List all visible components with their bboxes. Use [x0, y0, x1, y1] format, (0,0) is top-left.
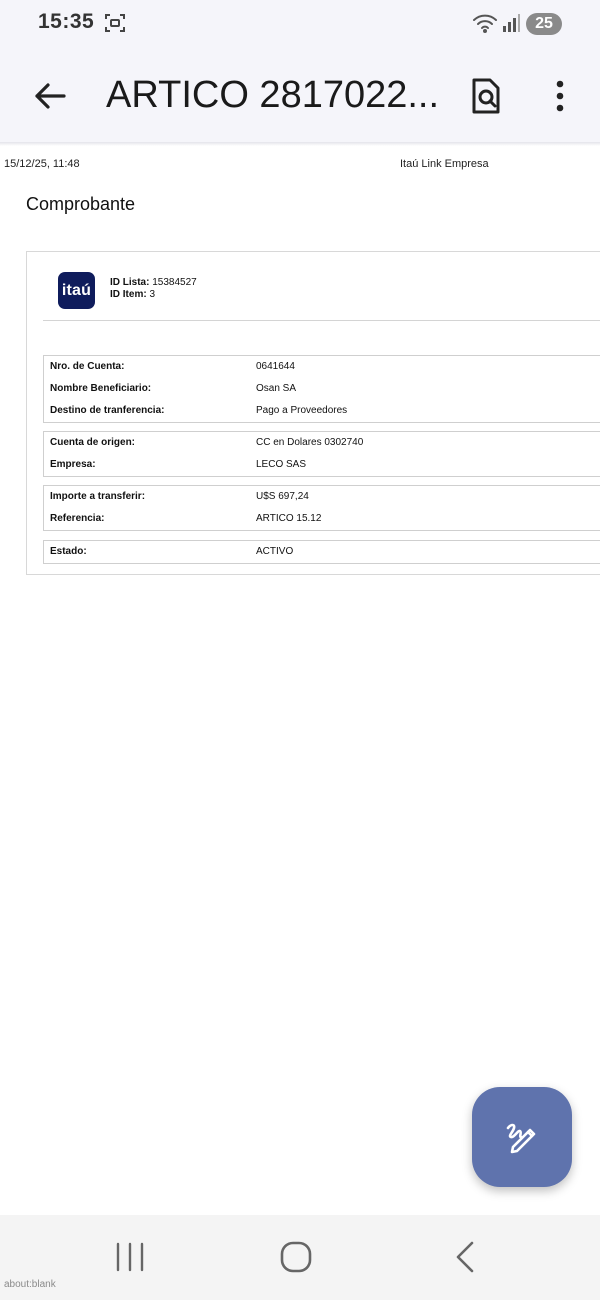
receipt-card: itaú ID Lista: 15384527 ID Item: 3 Nro. … [26, 251, 600, 575]
field-label: Nro. de Cuenta: [50, 361, 125, 372]
status-value: ACTIVO [256, 546, 294, 557]
navigation-bar: about:blank [0, 1215, 600, 1300]
field-value: LECO SAS [256, 459, 307, 470]
field-label: Estado: [50, 546, 87, 557]
search-document-button[interactable] [462, 72, 510, 120]
detail-row: Estado: ACTIVO [44, 541, 600, 563]
itau-logo: itaú [58, 272, 95, 309]
back-button[interactable] [26, 72, 74, 120]
id-lista-value: 15384527 [152, 277, 197, 288]
signal-icon [501, 13, 521, 33]
signature-edit-icon [506, 1123, 536, 1154]
field-label: Nombre Beneficiario: [50, 383, 152, 394]
detail-row: Importe a transferir: U$S 697,24 [44, 486, 600, 508]
document-search-icon [472, 78, 500, 114]
app-bar-shadow [0, 142, 600, 146]
more-options-button[interactable] [536, 72, 584, 120]
wifi-icon [472, 12, 498, 34]
more-vert-icon [556, 80, 564, 112]
detail-row: Nro. de Cuenta: 0641644 [44, 356, 600, 378]
nav-back-button[interactable] [448, 1239, 480, 1275]
id-item-value: 3 [149, 289, 156, 300]
document-title: ARTICO 2817022... [106, 74, 440, 116]
field-value: Osan SA [256, 383, 297, 394]
origin-details-group: Cuenta de origen: CC en Dolares 0302740 … [43, 431, 600, 477]
id-block: ID Lista: 15384527 ID Item: 3 [110, 277, 197, 301]
app-bar: ARTICO 2817022... [0, 50, 600, 142]
field-value: U$S 697,24 [256, 491, 309, 502]
battery-icon: 25 [526, 13, 562, 35]
home-button[interactable] [278, 1239, 314, 1275]
detail-row: Destino de tranferencia: Pago a Proveedo… [44, 400, 600, 422]
url-label: about:blank [4, 1279, 56, 1290]
page-title: Comprobante [26, 194, 136, 214]
status-time: 15:35 [38, 10, 95, 33]
sign-document-button[interactable] [472, 1087, 572, 1187]
field-label: Empresa: [50, 459, 96, 470]
amount-details-group: Importe a transferir: U$S 697,24 Referen… [43, 485, 600, 531]
field-label: Referencia: [50, 513, 105, 524]
divider [43, 320, 600, 321]
field-value: Pago a Proveedores [256, 405, 348, 416]
field-value: 0641644 [256, 361, 295, 372]
status-bar: 15:35 25 [0, 0, 600, 50]
detail-row: Cuenta de origen: CC en Dolares 0302740 [44, 432, 600, 454]
recents-icon [116, 1242, 144, 1272]
status-group: Estado: ACTIVO [43, 540, 600, 564]
detail-row: Nombre Beneficiario: Osan SA [44, 378, 600, 400]
home-icon [280, 1241, 312, 1273]
back-icon [456, 1241, 474, 1273]
field-value: CC en Dolares 0302740 [256, 437, 364, 448]
field-value: ARTICO 15.12 [256, 513, 322, 524]
screenshot-icon [104, 12, 126, 34]
field-label: Importe a transferir: [50, 491, 146, 502]
back-arrow-icon [35, 83, 66, 109]
recents-button[interactable] [112, 1241, 148, 1273]
id-item-label: ID Item: [110, 289, 147, 300]
field-label: Destino de tranferencia: [50, 405, 165, 416]
print-source: Itaú Link Empresa [400, 158, 489, 170]
field-label: Cuenta de origen: [50, 437, 136, 448]
detail-row: Empresa: LECO SAS [44, 454, 600, 476]
id-lista-label: ID Lista: [110, 277, 150, 288]
account-details-group: Nro. de Cuenta: 0641644 Nombre Beneficia… [43, 355, 600, 423]
print-date: 15/12/25, 11:48 [4, 158, 80, 170]
detail-row: Referencia: ARTICO 15.12 [44, 508, 600, 530]
